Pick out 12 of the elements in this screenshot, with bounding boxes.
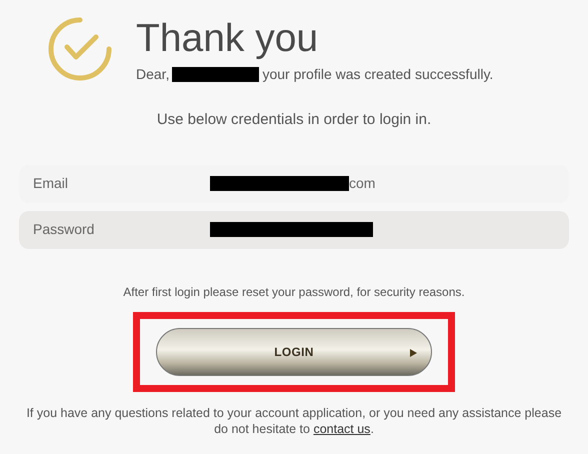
- help-text: If you have any questions related to your account application, or you need any assistance please do not hesitate to contact us.: [25, 404, 563, 436]
- instruction-text: Use below credentials in order to login in.: [156, 110, 432, 130]
- greeting-text: Dear,: [136, 65, 170, 84]
- field-value: com: [349, 174, 376, 193]
- field-label: Password: [33, 220, 96, 239]
- login-button[interactable]: LOGIN: [156, 328, 432, 376]
- field-label: Email: [33, 174, 70, 193]
- page-title: Thank you: [136, 16, 320, 62]
- contact-link[interactable]: contact us: [313, 422, 370, 436]
- arrow-icon: [410, 348, 417, 356]
- success-message: your profile was created successfully.: [262, 65, 494, 84]
- security-note: After first login please reset your password, for security reasons.: [122, 284, 466, 300]
